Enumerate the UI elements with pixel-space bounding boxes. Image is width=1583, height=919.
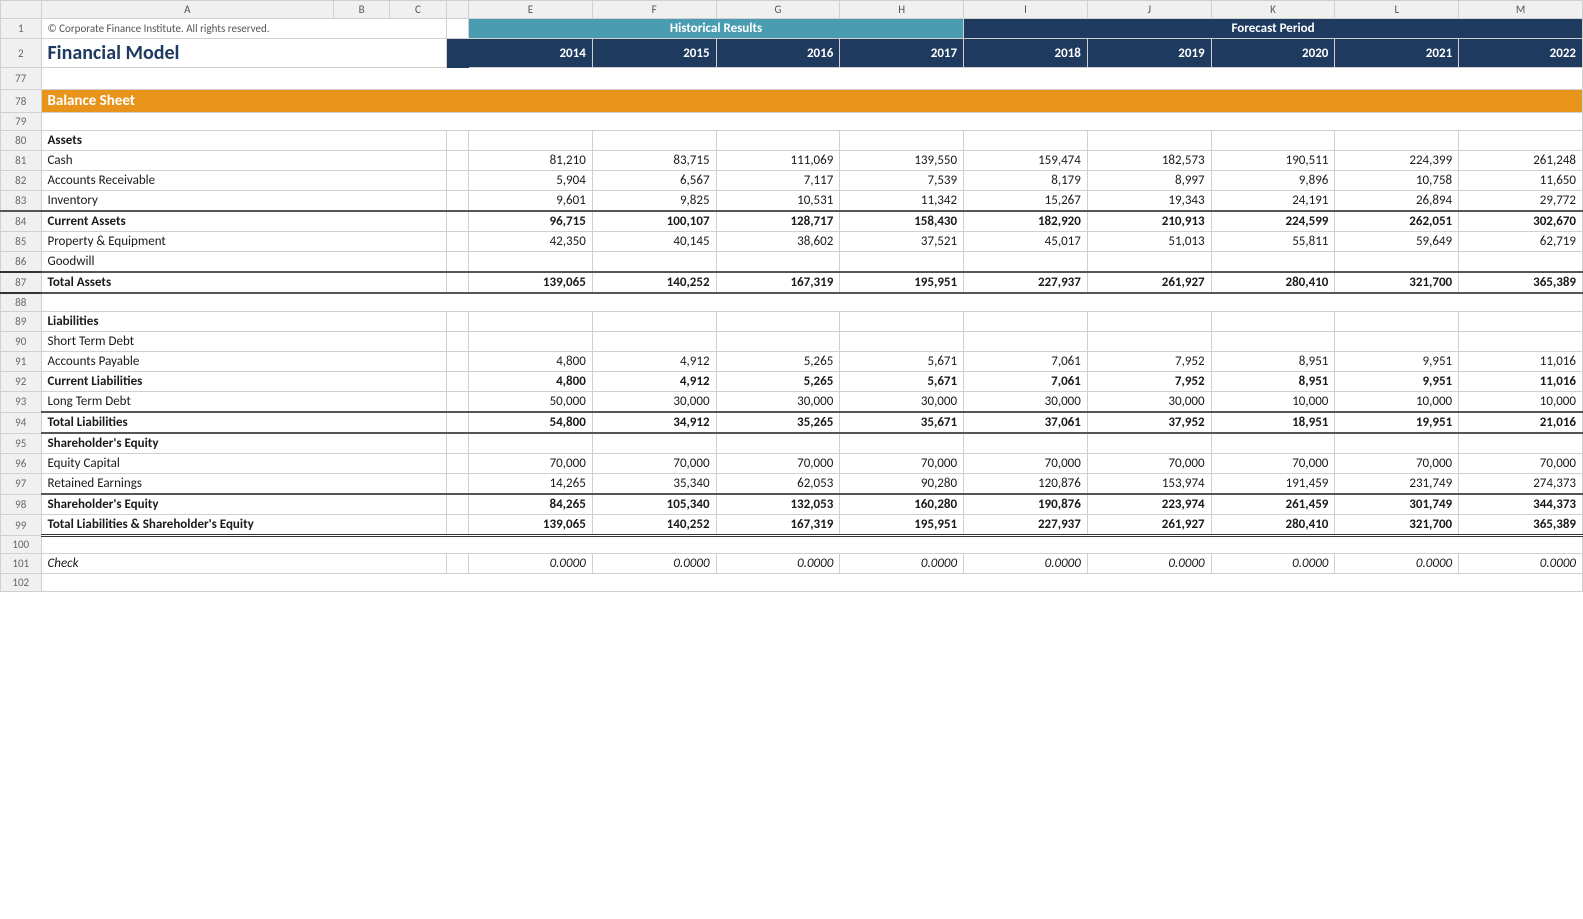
historical-header: Historical Results bbox=[469, 19, 964, 39]
year-2021: 2021 bbox=[1335, 39, 1459, 68]
col-e-letter: E bbox=[469, 1, 593, 19]
goodwill-label: Goodwill bbox=[41, 252, 446, 273]
col-d-letter bbox=[446, 1, 469, 19]
row-99: 99 Total Liabilities & Shareholder's Equ… bbox=[1, 515, 1583, 536]
equity-section-label: Shareholder's Equity bbox=[41, 433, 446, 454]
col-k-letter: K bbox=[1211, 1, 1335, 19]
row-100: 100 bbox=[1, 536, 1583, 554]
row-80: 80 Assets bbox=[1, 131, 1583, 151]
cash-2017: 139,550 bbox=[840, 151, 964, 171]
row-num-78: 78 bbox=[1, 90, 42, 113]
liabilities-label: Liabilities bbox=[41, 312, 446, 332]
row-95: 95 Shareholder's Equity bbox=[1, 433, 1583, 454]
col-h-letter: H bbox=[840, 1, 964, 19]
col-i-letter: I bbox=[964, 1, 1088, 19]
col-l-letter: L bbox=[1335, 1, 1459, 19]
row-86: 86 Goodwill bbox=[1, 252, 1583, 273]
year-2019: 2019 bbox=[1087, 39, 1211, 68]
ppe-label: Property & Equipment bbox=[41, 232, 446, 252]
current-liab-label: Current Liabilities bbox=[41, 372, 446, 392]
balance-sheet-header: Balance Sheet bbox=[41, 90, 1583, 113]
cash-2019: 182,573 bbox=[1087, 151, 1211, 171]
cash-2022: 261,248 bbox=[1459, 151, 1583, 171]
financial-model-title: Financial Model bbox=[41, 39, 446, 68]
cash-2016: 111,069 bbox=[716, 151, 840, 171]
ltd-label: Long Term Debt bbox=[41, 392, 446, 413]
spreadsheet: A B C E F G H I J K L M 1 © Corporate Fi… bbox=[0, 0, 1583, 592]
row-78: 78 Balance Sheet bbox=[1, 90, 1583, 113]
row-82: 82 Accounts Receivable 5,904 6,567 7,117… bbox=[1, 171, 1583, 191]
total-liab-equity-label: Total Liabilities & Shareholder's Equity bbox=[41, 515, 446, 536]
row-90: 90 Short Term Debt bbox=[1, 332, 1583, 352]
row-98: 98 Shareholder's Equity 84,265 105,340 1… bbox=[1, 494, 1583, 515]
year-2016: 2016 bbox=[716, 39, 840, 68]
row-102: 102 bbox=[1, 574, 1583, 592]
check-label: Check bbox=[41, 554, 446, 574]
copyright-cell: © Corporate Finance Institute. All right… bbox=[41, 19, 446, 39]
total-assets-label: Total Assets bbox=[41, 272, 446, 293]
row-num-2: 2 bbox=[1, 39, 42, 68]
year-2022: 2022 bbox=[1459, 39, 1583, 68]
col-g-letter: G bbox=[716, 1, 840, 19]
row-num-80: 80 bbox=[1, 131, 42, 151]
current-assets-label: Current Assets bbox=[41, 211, 446, 232]
cash-label: Cash bbox=[41, 151, 446, 171]
col-a-letter: A bbox=[41, 1, 334, 19]
ar-label: Accounts Receivable bbox=[41, 171, 446, 191]
row-num-77: 77 bbox=[1, 68, 42, 90]
row-94: 94 Total Liabilities 54,800 34,912 35,26… bbox=[1, 412, 1583, 433]
cash-2020: 190,511 bbox=[1211, 151, 1335, 171]
std-label: Short Term Debt bbox=[41, 332, 446, 352]
col-b-letter: B bbox=[334, 1, 390, 19]
year-2020: 2020 bbox=[1211, 39, 1335, 68]
cash-2021: 224,399 bbox=[1335, 151, 1459, 171]
shareholders-equity-label: Shareholder's Equity bbox=[41, 494, 446, 515]
row-92: 92 Current Liabilities 4,800 4,912 5,265… bbox=[1, 372, 1583, 392]
year-2015: 2015 bbox=[592, 39, 716, 68]
total-liab-label: Total Liabilities bbox=[41, 412, 446, 433]
row-93: 93 Long Term Debt 50,000 30,000 30,000 3… bbox=[1, 392, 1583, 413]
row-101: 101 Check 0.0000 0.0000 0.0000 0.0000 0.… bbox=[1, 554, 1583, 574]
row-79: 79 bbox=[1, 113, 1583, 131]
cash-2015: 83,715 bbox=[592, 151, 716, 171]
row-87: 87 Total Assets 139,065 140,252 167,319 … bbox=[1, 272, 1583, 293]
year-2017: 2017 bbox=[840, 39, 964, 68]
row-num-79: 79 bbox=[1, 113, 42, 131]
col-m-letter: M bbox=[1459, 1, 1583, 19]
row-88: 88 bbox=[1, 293, 1583, 312]
assets-label: Assets bbox=[41, 131, 446, 151]
cash-2014: 81,210 bbox=[469, 151, 593, 171]
row-91: 91 Accounts Payable 4,800 4,912 5,265 5,… bbox=[1, 352, 1583, 372]
row-77: 77 bbox=[1, 68, 1583, 90]
row-1: 1 © Corporate Finance Institute. All rig… bbox=[1, 19, 1583, 39]
retained-earnings-label: Retained Earnings bbox=[41, 474, 446, 495]
cash-2018: 159,474 bbox=[964, 151, 1088, 171]
row-num-1: 1 bbox=[1, 19, 42, 39]
ap-label: Accounts Payable bbox=[41, 352, 446, 372]
inventory-label: Inventory bbox=[41, 191, 446, 212]
year-2018: 2018 bbox=[964, 39, 1088, 68]
corner-cell bbox=[1, 1, 42, 19]
equity-capital-label: Equity Capital bbox=[41, 454, 446, 474]
row-2: 2 Financial Model 2014 2015 2016 2017 20… bbox=[1, 39, 1583, 68]
row-81: 81 Cash 81,210 83,715 111,069 139,550 15… bbox=[1, 151, 1583, 171]
year-2014: 2014 bbox=[469, 39, 593, 68]
row-83: 83 Inventory 9,601 9,825 10,531 11,342 1… bbox=[1, 191, 1583, 212]
col-j-letter: J bbox=[1087, 1, 1211, 19]
forecast-header: Forecast Period bbox=[964, 19, 1583, 39]
row-96: 96 Equity Capital 70,000 70,000 70,000 7… bbox=[1, 454, 1583, 474]
row-85: 85 Property & Equipment 42,350 40,145 38… bbox=[1, 232, 1583, 252]
row-97: 97 Retained Earnings 14,265 35,340 62,05… bbox=[1, 474, 1583, 495]
col-c-letter: C bbox=[390, 1, 446, 19]
row-89: 89 Liabilities bbox=[1, 312, 1583, 332]
col-f-letter: F bbox=[592, 1, 716, 19]
row-84: 84 Current Assets 96,715 100,107 128,717… bbox=[1, 211, 1583, 232]
